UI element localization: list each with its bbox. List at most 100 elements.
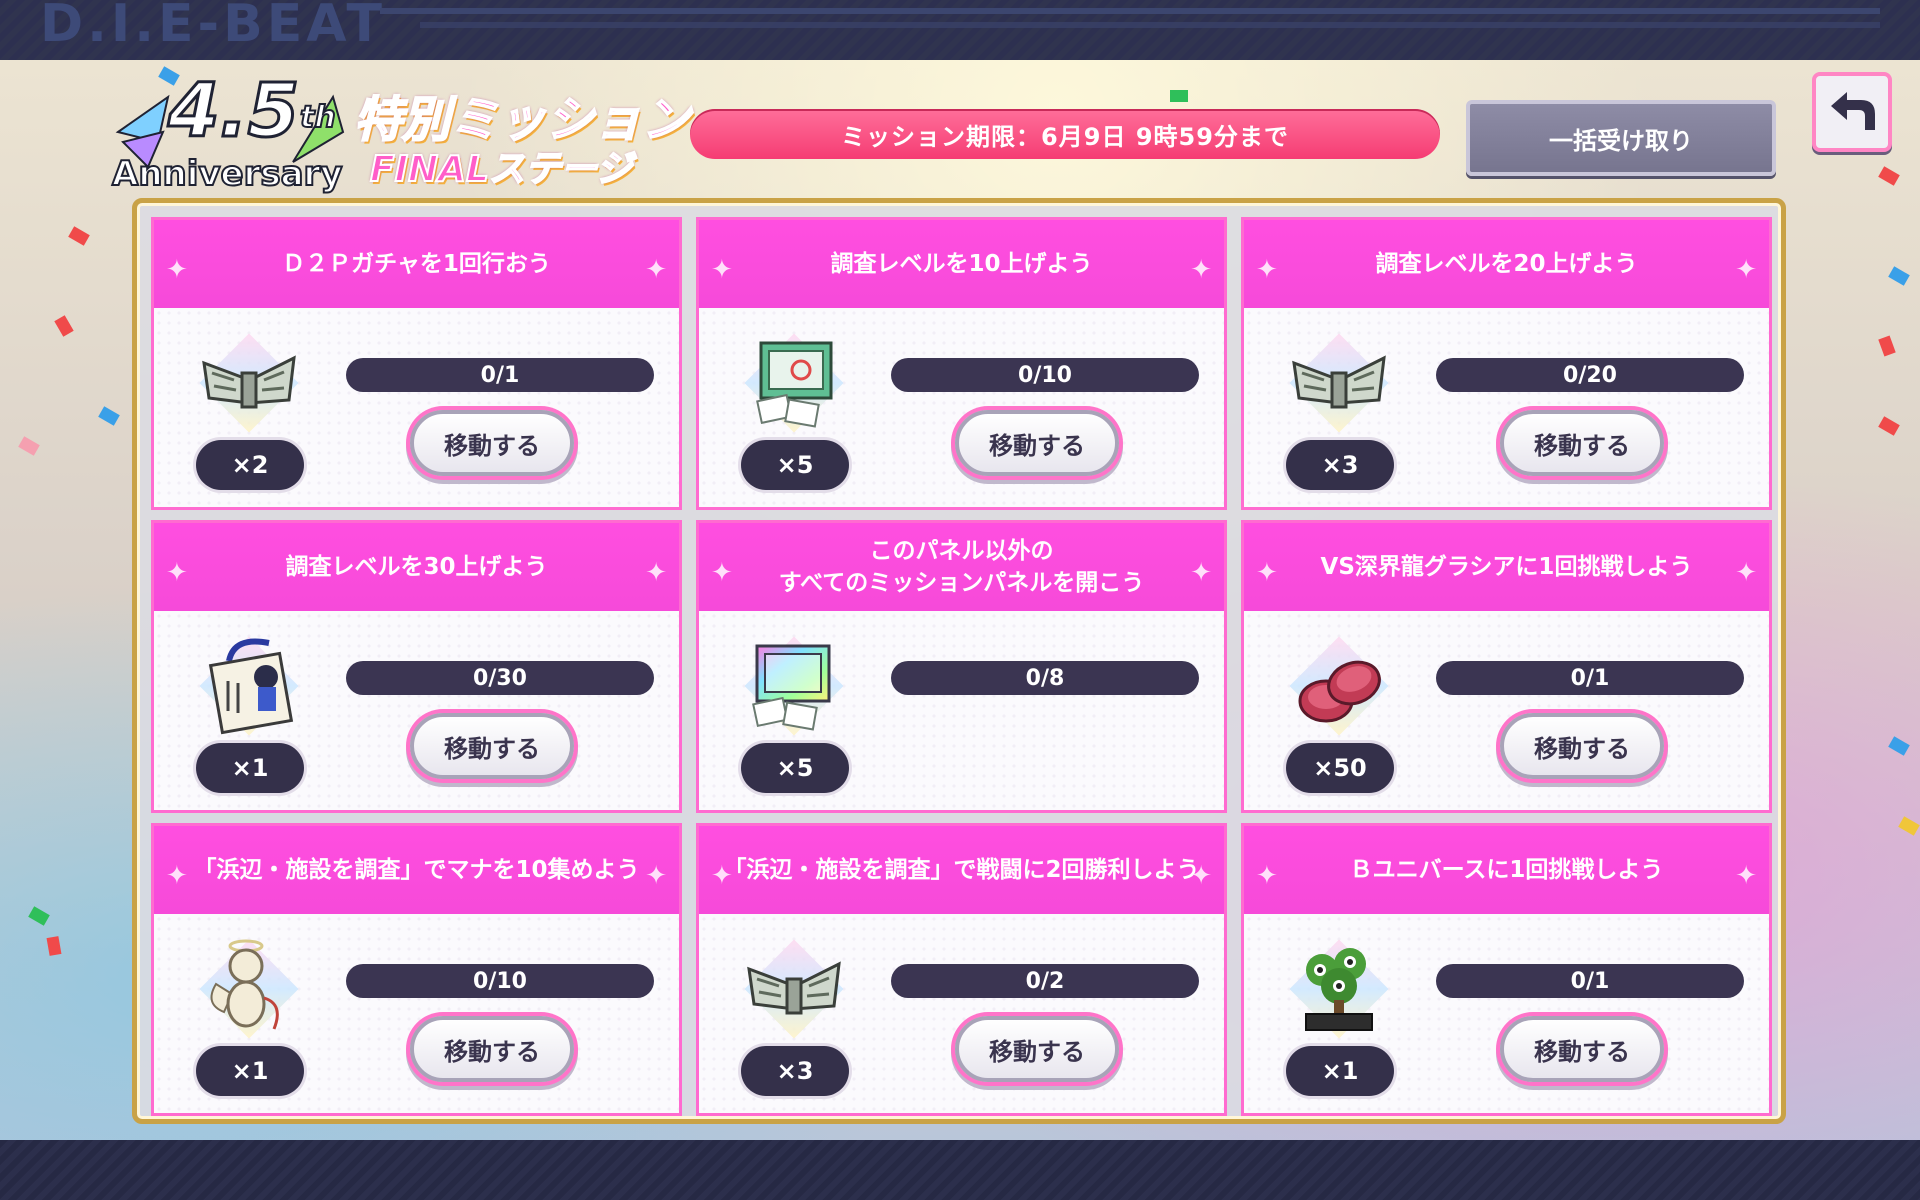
mission-body: ×1 0/1 移動する [1244, 914, 1769, 1113]
claim-all-button[interactable]: 一括受け取り [1466, 100, 1776, 176]
mission-title: 「浜辺・施設を調査」で戦闘に2回勝利しよう [723, 857, 1200, 883]
mission-body: ×3 0/2 移動する [699, 914, 1224, 1113]
mission-header: ✦ 調査レベルを20上げよう ✦ [1244, 220, 1769, 308]
logo-suffix: th [299, 99, 337, 136]
research-box-icon [739, 328, 849, 438]
mission-header: ✦ Ｂユニバースに1回挑戦しよう ✦ [1244, 826, 1769, 914]
mission-card: ✦ 調査レベルを20上げよう ✦ ×3 0/20 移動する [1241, 217, 1772, 510]
sparkle-icon: ✦ [1735, 558, 1757, 588]
mission-title: Ｂユニバースに1回挑戦しよう [1349, 857, 1664, 883]
go-button[interactable]: 移動する [1500, 1016, 1664, 1082]
sparkle-icon: ✦ [1735, 861, 1757, 891]
mission-card: ✦ 調査レベルを10上げよう ✦ ×5 0/10 移動する [696, 217, 1227, 510]
mission-header: ✦ 調査レベルを30上げよう ✦ [154, 523, 679, 611]
mission-card: ✦ Ｄ２Ｐガチャを1回行おう ✦ ×2 0/1 移動する [151, 217, 682, 510]
mission-body: ×5 0/10 移動する [699, 308, 1224, 507]
rainbow-box-icon [739, 631, 849, 741]
back-arrow-icon [1831, 92, 1875, 130]
bottom-bar [0, 1140, 1920, 1200]
reward-quantity: ×3 [741, 1046, 849, 1096]
reward-quantity: ×5 [741, 440, 849, 490]
sparkle-icon: ✦ [1256, 861, 1278, 891]
mission-header: ✦ 「浜辺・施設を調査」で戦闘に2回勝利しよう ✦ [699, 826, 1224, 914]
mission-title: このパネル以外の すべてのミッションパネルを開こう [778, 538, 1145, 596]
mission-card: ✦ Ｂユニバースに1回挑戦しよう ✦ ×1 0/1 移動する [1241, 823, 1772, 1116]
sparkle-icon: ✦ [166, 861, 188, 891]
mission-title: 調査レベルを20上げよう [1375, 251, 1638, 277]
mission-deadline: ミッション期限：6月9日 9時59分まで [690, 109, 1440, 159]
mission-progress: 0/30 [346, 661, 654, 695]
mission-title: 「浜辺・施設を調査」でマナを10集めよう [193, 857, 640, 883]
sparkle-icon: ✦ [645, 861, 667, 891]
mission-header: ✦ 調査レベルを10上げよう ✦ [699, 220, 1224, 308]
sparkle-icon: ✦ [166, 558, 188, 588]
mission-body: ×1 0/10 移動する [154, 914, 679, 1113]
gacha-ticket-icon [739, 934, 849, 1044]
mission-card: ✦ VS深界龍グラシアに1回挑戦しよう ✦ ×50 0/1 移動する [1241, 520, 1772, 813]
mission-body: ×1 0/30 移動する [154, 611, 679, 810]
sparkle-icon: ✦ [711, 861, 733, 891]
mission-header: ✦ 「浜辺・施設を調査」でマナを10集めよう ✦ [154, 826, 679, 914]
reward-quantity: ×5 [741, 743, 849, 793]
go-button[interactable]: 移動する [410, 410, 574, 476]
go-button[interactable]: 移動する [410, 713, 574, 779]
sparkle-icon: ✦ [711, 558, 733, 588]
sparkle-icon: ✦ [1256, 255, 1278, 285]
sparkle-icon: ✦ [1190, 861, 1212, 891]
logo-number: 4.5 [166, 67, 300, 156]
mission-title: Ｄ２Ｐガチャを1回行おう [282, 251, 551, 277]
top-bar: D.I.E-BEAT [0, 0, 1920, 60]
mission-board: ✦ Ｄ２Ｐガチャを1回行おう ✦ ×2 0/1 移動する ✦ 調査レベルを10上げよう ✦ ×5 0… [132, 198, 1786, 1124]
mission-progress: 0/1 [346, 358, 654, 392]
mission-card: ✦ このパネル以外の すべてのミッションパネルを開こう ✦ ×5 0/8 [696, 520, 1227, 813]
mission-card: ✦ 「浜辺・施設を調査」でマナを10集めよう ✦ ×1 0/10 移動する [151, 823, 682, 1116]
mission-progress: 0/10 [891, 358, 1199, 392]
eyeball-bonsai-icon [1284, 934, 1394, 1044]
reward-quantity: ×1 [196, 1046, 304, 1096]
go-button[interactable]: 移動する [955, 410, 1119, 476]
mission-title: 調査レベルを30上げよう [285, 554, 548, 580]
mission-header: ✦ VS深界龍グラシアに1回挑戦しよう ✦ [1244, 523, 1769, 611]
coin-icon [1284, 631, 1394, 741]
mission-header: ✦ このパネル以外の すべてのミッションパネルを開こう ✦ [699, 523, 1224, 611]
sparkle-icon: ✦ [166, 255, 188, 285]
gacha-ticket-icon [194, 328, 304, 438]
mission-body: ×5 0/8 [699, 611, 1224, 810]
mission-header: ✦ Ｄ２Ｐガチャを1回行おう ✦ [154, 220, 679, 308]
mission-title: 調査レベルを10上げよう [830, 251, 1093, 277]
mission-progress: 0/10 [346, 964, 654, 998]
mission-progress: 0/1 [1436, 964, 1744, 998]
sparkle-icon: ✦ [1190, 558, 1212, 588]
go-button[interactable]: 移動する [410, 1016, 574, 1082]
mission-body: ×50 0/1 移動する [1244, 611, 1769, 810]
reward-quantity: ×1 [1286, 1046, 1394, 1096]
mission-title: VS深界龍グラシアに1回挑戦しよう [1320, 554, 1693, 580]
mission-progress: 0/2 [891, 964, 1199, 998]
go-button[interactable]: 移動する [1500, 410, 1664, 476]
cupid-figure-icon [194, 934, 304, 1044]
go-button[interactable]: 移動する [1500, 713, 1664, 779]
reward-quantity: ×1 [196, 743, 304, 793]
reward-quantity: ×50 [1286, 743, 1394, 793]
go-button[interactable]: 移動する [955, 1016, 1119, 1082]
sparkle-icon: ✦ [711, 255, 733, 285]
mission-progress: 0/20 [1436, 358, 1744, 392]
mission-progress: 0/1 [1436, 661, 1744, 695]
charm-icon [194, 631, 304, 741]
mission-card: ✦ 「浜辺・施設を調査」で戦闘に2回勝利しよう ✦ ×3 0/2 移動する [696, 823, 1227, 1116]
back-button[interactable] [1812, 72, 1892, 152]
reward-quantity: ×3 [1286, 440, 1394, 490]
sparkle-icon: ✦ [1735, 255, 1757, 285]
mission-progress: 0/8 [891, 661, 1199, 695]
mission-card: ✦ 調査レベルを30上げよう ✦ ×1 0/30 移動する [151, 520, 682, 813]
sparkle-icon: ✦ [645, 558, 667, 588]
brand-watermark: D.I.E-BEAT [40, 0, 386, 54]
logo-anniversary: Anniversary [111, 153, 343, 195]
gacha-ticket-icon [1284, 328, 1394, 438]
sparkle-icon: ✦ [1190, 255, 1212, 285]
mission-grid: ✦ Ｄ２Ｐガチャを1回行おう ✦ ×2 0/1 移動する ✦ 調査レベルを10上げよう ✦ ×5 0… [151, 217, 1772, 1116]
sparkle-icon: ✦ [1256, 558, 1278, 588]
mission-body: ×2 0/1 移動する [154, 308, 679, 507]
title-final-stage: FINALステージ [369, 148, 633, 191]
anniversary-logo: 4.5 th Anniversary 特別ミッション FINALステージ [108, 67, 691, 196]
